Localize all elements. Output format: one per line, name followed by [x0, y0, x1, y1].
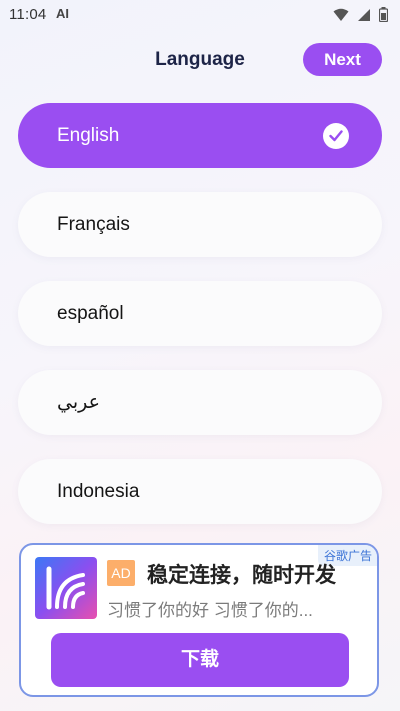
status-time: 11:04: [9, 6, 47, 23]
language-label: español: [57, 303, 124, 324]
wifi-icon: [333, 8, 349, 22]
download-button[interactable]: 下载: [51, 633, 349, 687]
language-item-arabic[interactable]: عربي: [18, 370, 382, 435]
signal-icon: [357, 8, 371, 22]
next-button[interactable]: Next: [303, 43, 382, 76]
language-item-english[interactable]: English: [18, 103, 382, 168]
language-label: عربي: [57, 392, 100, 413]
ad-description: 习惯了你的好 习惯了你的...: [107, 601, 313, 620]
ad-badge: AD: [107, 560, 135, 586]
ai-indicator: AI: [56, 6, 69, 21]
ad-banner[interactable]: 谷歌广告 AD 稳定连接，随时开发 习惯了你的好 习惯了你的... 下载: [19, 543, 379, 697]
language-label: Indonesia: [57, 481, 140, 502]
ad-title: 稳定连接，随时开发: [147, 564, 336, 587]
language-label: English: [57, 125, 120, 146]
status-bar: 11:04 AI: [0, 0, 400, 30]
language-list: English Français español عربي Indonesia: [18, 103, 382, 548]
language-item-indonesian[interactable]: Indonesia: [18, 459, 382, 524]
language-item-spanish[interactable]: español: [18, 281, 382, 346]
check-icon: [323, 123, 349, 149]
language-label: Français: [57, 214, 130, 235]
status-icons: [333, 7, 388, 22]
battery-icon: [379, 7, 388, 22]
language-item-french[interactable]: Français: [18, 192, 382, 257]
app-logo-icon: [35, 557, 97, 619]
